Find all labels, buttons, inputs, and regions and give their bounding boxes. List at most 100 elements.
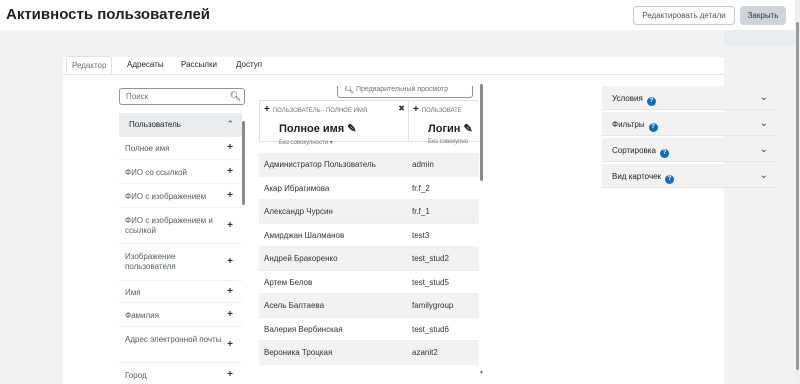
table-row: Амирджан Шалманов test3 — [259, 224, 479, 247]
table-scrollbar[interactable] — [480, 84, 483, 181]
accordion-filters[interactable]: Фильтры? ⌄ — [602, 112, 777, 136]
cell-fullname: Акар Ибрагимова — [264, 183, 330, 193]
plus-icon[interactable]: + — [227, 309, 233, 320]
field-item[interactable]: ФИО с изображением и ссылкой + — [119, 208, 242, 244]
field-item[interactable]: ФИО с изображением + — [119, 184, 242, 208]
aggregation-select[interactable]: Без совокупности ▾ — [279, 139, 333, 146]
move-icon[interactable]: + — [413, 104, 419, 115]
group-header-user[interactable]: Пользователь ⌃ — [119, 113, 242, 137]
cell-login: test_stud6 — [412, 324, 449, 334]
plus-icon[interactable]: + — [227, 220, 233, 231]
preview-search[interactable]: 🔍︎ — [337, 86, 473, 98]
cell-login: test_stud5 — [412, 277, 449, 287]
plus-icon[interactable]: + — [227, 369, 233, 380]
plus-icon[interactable]: + — [227, 142, 233, 153]
column-source: + ПОЛЬЗОВАТЕЛЬ - ПОЛНОЕ ИМЯ — [264, 104, 368, 115]
help-icon[interactable]: ? — [659, 149, 669, 158]
table-row: Андрей Бракоренко test_stud2 — [259, 247, 479, 271]
pencil-icon[interactable]: ✎ — [347, 123, 356, 135]
pencil-icon[interactable]: ✎ — [464, 123, 473, 135]
table-row: Акар Ибрагимова fr.f_2 — [259, 177, 479, 200]
table-row: Александр Чурсин fr.f_1 — [259, 200, 479, 224]
search-icon[interactable]: 🔍︎ — [230, 91, 241, 102]
field-item[interactable]: Адрес электронной почты + — [119, 327, 242, 363]
field-item[interactable]: ФИО со ссылкой + — [119, 160, 242, 184]
page-header: Активность пользователей Редактировать д… — [0, 0, 800, 30]
plus-icon[interactable]: + — [227, 256, 233, 267]
cell-login: fr.f_2 — [412, 183, 430, 193]
field-label: Фамилия — [125, 311, 159, 320]
accordion-conditions[interactable]: Условия? ⌄ — [602, 86, 777, 110]
cell-fullname: Валерия Вербинская — [264, 324, 343, 334]
table-row: Асель Балтаева familygroup — [259, 294, 479, 318]
chevron-down-icon[interactable]: ⌄ — [760, 170, 768, 181]
table-body: Администратор Пользователь admin Акар Ибр… — [259, 153, 479, 365]
scroll-down-arrow-icon[interactable]: ▼ — [479, 370, 484, 376]
plus-icon[interactable]: + — [227, 190, 233, 201]
plus-icon[interactable]: + — [227, 286, 233, 297]
chevron-down-icon[interactable]: ⌄ — [760, 92, 768, 103]
chevron-up-icon[interactable]: ⌃ — [226, 119, 234, 130]
accordion-label: Фильтры? — [612, 120, 658, 132]
cell-login: admin — [412, 160, 434, 169]
aggregation-select[interactable]: Без совокупно — [428, 139, 468, 145]
accordion-card-view[interactable]: Вид карточек? ⌄ — [602, 164, 777, 188]
group-label: Пользователь — [129, 120, 181, 129]
field-item[interactable]: Фамилия + — [119, 303, 242, 327]
cell-fullname: Артем Белов — [264, 277, 313, 287]
page-scrollbar-thumb[interactable] — [796, 22, 799, 370]
field-label: Город — [125, 371, 147, 380]
field-item[interactable]: Изображение пользователя + — [119, 244, 242, 281]
field-label: ФИО со ссылкой — [125, 168, 187, 177]
table-row: Артем Белов test_stud5 — [259, 271, 479, 294]
field-sidebar: 🔍︎ Пользователь ⌃ Полное имя + ФИО со сс… — [119, 86, 245, 384]
table-row: Валерия Вербинская test_stud6 — [259, 318, 479, 341]
field-item[interactable]: Город + — [119, 363, 242, 384]
tab-editor[interactable]: Редактор — [66, 56, 113, 74]
table-row: Вероника Троцкая azanit2 — [259, 341, 479, 365]
tab-schedules[interactable]: Рассылки — [181, 56, 217, 74]
column-title[interactable]: Полное имя ✎ — [279, 122, 356, 135]
tab-access[interactable]: Доступ — [236, 56, 262, 74]
field-search[interactable]: 🔍︎ — [119, 88, 245, 105]
help-icon[interactable]: ? — [648, 123, 658, 132]
column-source: + ПОЛЬЗОВАТЕ — [413, 104, 462, 115]
cell-fullname: Амирджан Шалманов — [264, 230, 345, 240]
search-input[interactable] — [126, 92, 226, 101]
cell-login: familygroup — [412, 301, 454, 310]
plus-icon[interactable]: + — [227, 166, 233, 177]
header-strip-right — [724, 30, 795, 46]
close-icon[interactable]: ✖ — [398, 104, 405, 113]
cell-fullname: Андрей Бракоренко — [264, 254, 338, 263]
column-header-fullname[interactable]: + ПОЛЬЗОВАТЕЛЬ - ПОЛНОЕ ИМЯ ✖ Полное имя … — [259, 100, 409, 146]
column-header-login[interactable]: + ПОЛЬЗОВАТЕ Логин ✎ Без совокупно — [408, 100, 479, 145]
field-label: Изображение пользователя — [125, 252, 176, 271]
edit-details-button[interactable]: Редактировать детали — [633, 6, 735, 25]
cell-fullname: Администратор Пользователь — [264, 160, 376, 169]
table-row: Администратор Пользователь admin — [259, 153, 479, 177]
help-icon[interactable]: ? — [646, 97, 656, 106]
page-title: Активность пользователей — [6, 6, 211, 23]
close-button[interactable]: Закрыть — [740, 6, 786, 25]
cell-login: test3 — [412, 230, 430, 240]
cell-login: azanit2 — [412, 348, 438, 357]
field-label: ФИО с изображением — [125, 192, 207, 201]
field-list: Полное имя + ФИО со ссылкой + ФИО с изоб… — [119, 137, 242, 384]
cell-login: fr.f_1 — [412, 207, 430, 216]
column-title[interactable]: Логин ✎ — [428, 122, 473, 135]
move-icon[interactable]: + — [264, 104, 270, 115]
chevron-down-icon[interactable]: ⌄ — [760, 144, 768, 155]
report-table: 🔍︎ +ПОЛЬЗОВАТЕЛЬ - ПОЛНОЕ ИМЯ ✖ Полное и… — [259, 86, 479, 384]
plus-icon[interactable]: + — [227, 339, 233, 350]
field-label: ФИО с изображением и ссылкой — [125, 216, 213, 235]
chevron-down-icon[interactable]: ⌄ — [760, 118, 768, 129]
search-icon[interactable]: 🔍︎ — [344, 86, 354, 94]
preview-input[interactable] — [356, 86, 466, 93]
accordion-sorting[interactable]: Сортировка? ⌄ — [602, 138, 777, 162]
help-icon[interactable]: ? — [665, 175, 675, 184]
sidebar-scrollbar[interactable] — [242, 121, 245, 205]
field-item[interactable]: Имя + — [119, 281, 242, 303]
field-label: Полное имя — [125, 144, 170, 153]
tab-audiences[interactable]: Адресаты — [127, 56, 164, 74]
field-item[interactable]: Полное имя + — [119, 137, 242, 160]
